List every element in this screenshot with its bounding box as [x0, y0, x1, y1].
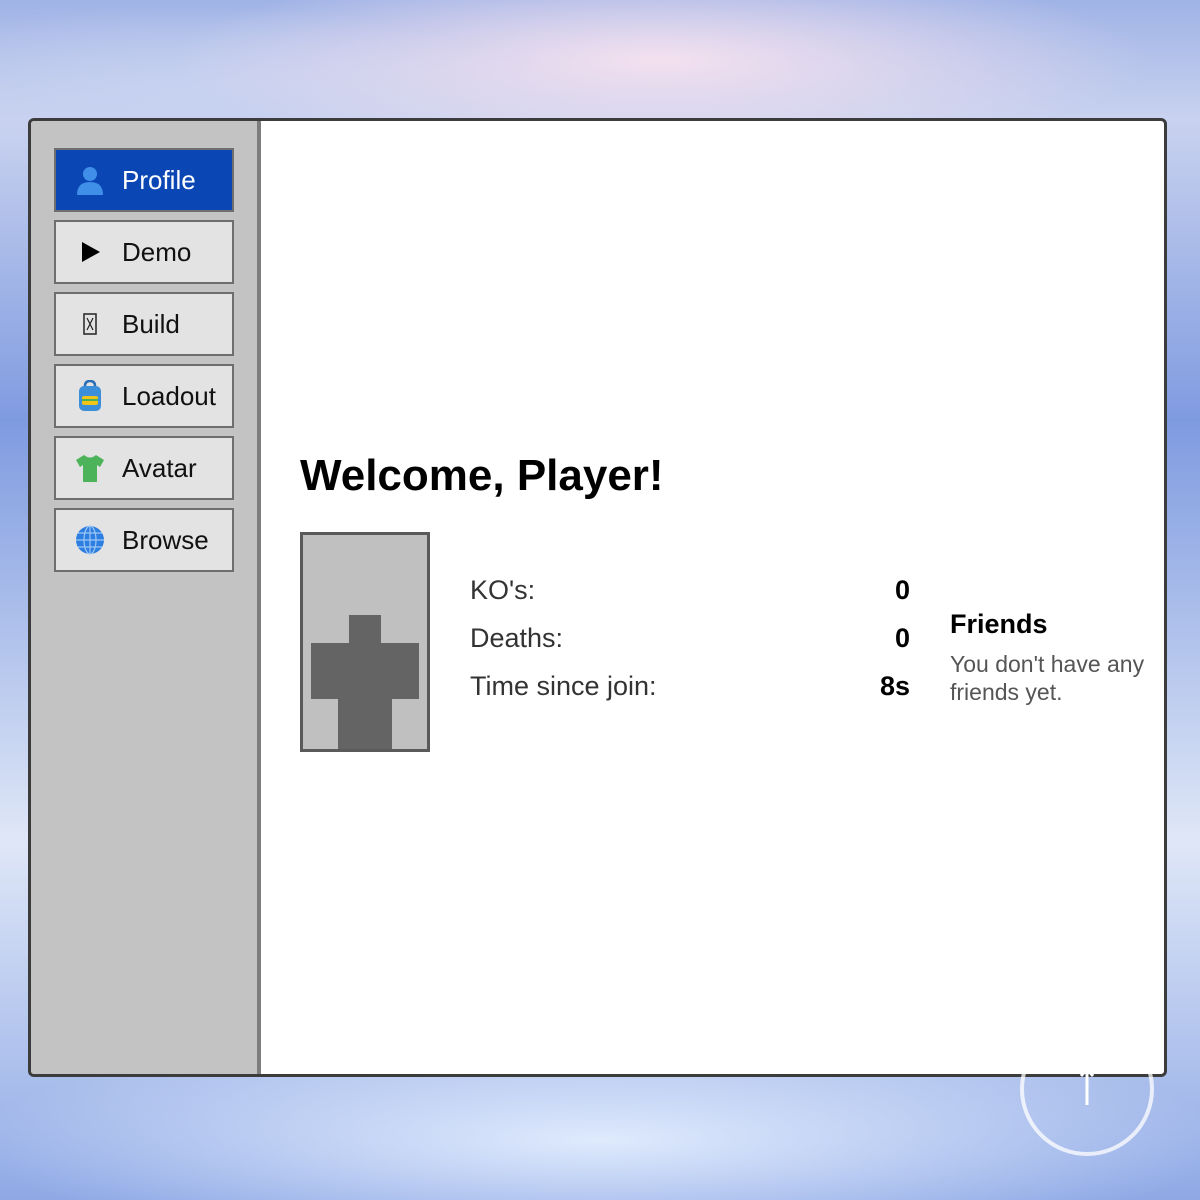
sidebar-item-label: Avatar [122, 452, 197, 483]
sidebar-item-label: Build [122, 308, 180, 339]
sidebar-item-demo[interactable]: Demo [54, 220, 234, 284]
stat-row-time: Time since join: 8s [470, 671, 910, 719]
sidebar-item-avatar[interactable]: Avatar [54, 436, 234, 500]
page-title: Welcome, Player! [300, 451, 664, 500]
sidebar-item-profile[interactable]: Profile [54, 148, 234, 212]
stat-row-deaths: Deaths: 0 [470, 623, 910, 671]
avatar-preview [300, 532, 430, 752]
stat-row-kos: KO's: 0 [470, 575, 910, 623]
play-icon [74, 236, 106, 268]
person-icon [74, 164, 106, 196]
stat-value: 0 [894, 575, 910, 605]
sidebar: Profile Demo Build Loadout Avatar Browse [31, 121, 261, 1074]
scroll-top-button[interactable] [1020, 1022, 1154, 1156]
hammer-icon [74, 308, 106, 340]
sidebar-item-label: Browse [122, 524, 209, 555]
sidebar-item-label: Loadout [122, 380, 216, 411]
sidebar-item-browse[interactable]: Browse [54, 508, 234, 572]
stat-value: 0 [894, 623, 910, 653]
tshirt-icon [74, 452, 106, 484]
stats-table: KO's: 0 Deaths: 0 Time since join: 8s [470, 575, 910, 719]
stat-label: Deaths: [470, 623, 564, 653]
stat-label: Time since join: [470, 671, 657, 701]
friends-section: Friends You don't have any friends yet. [950, 609, 1150, 706]
profile-window: Profile Demo Build Loadout Avatar Browse… [28, 118, 1167, 1077]
sidebar-item-label: Demo [122, 236, 192, 267]
stat-value: 8s [879, 671, 910, 701]
arrow-up-icon [1077, 1066, 1097, 1112]
sidebar-item-loadout[interactable]: Loadout [54, 364, 234, 428]
friends-empty-message: You don't have any friends yet. [950, 651, 1145, 705]
globe-icon [74, 524, 106, 556]
sidebar-item-label: Profile [122, 164, 196, 195]
avatar-figure [311, 615, 419, 749]
backpack-icon [74, 380, 106, 412]
stat-label: KO's: [470, 575, 536, 605]
profile-panel: Welcome, Player! KO's: 0 Deaths: 0 Time … [261, 121, 1164, 1074]
friends-title: Friends [950, 609, 1048, 639]
sidebar-item-build[interactable]: Build [54, 292, 234, 356]
